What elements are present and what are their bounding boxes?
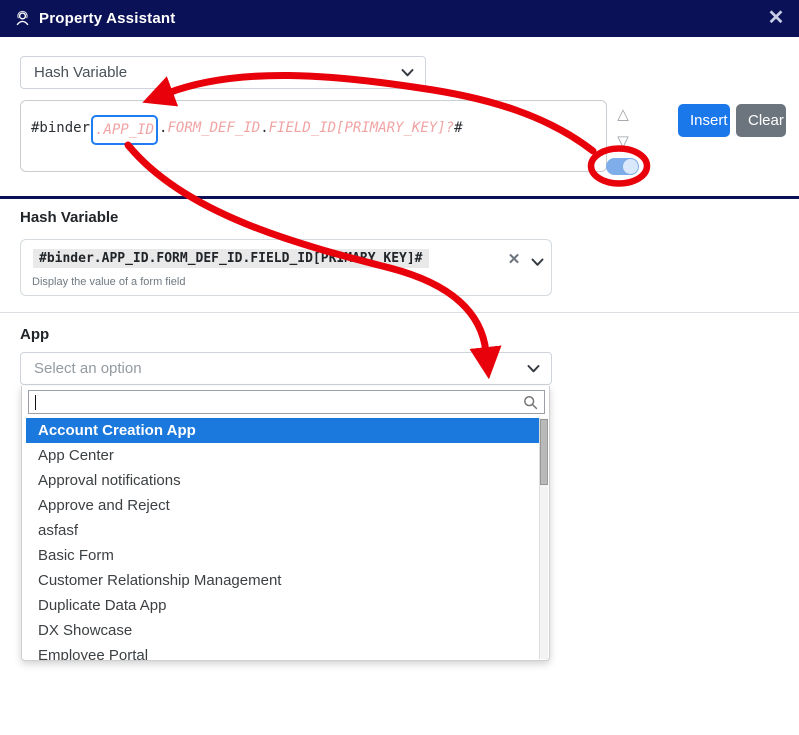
variable-type-select[interactable]: Hash Variable bbox=[20, 56, 426, 89]
app-options-list: Account Creation AppApp CenterApproval n… bbox=[26, 418, 539, 660]
scrollbar-thumb[interactable] bbox=[540, 419, 548, 485]
toggle-knob bbox=[623, 159, 638, 174]
chevron-down-icon[interactable] bbox=[531, 254, 544, 272]
app-option[interactable]: Account Creation App bbox=[26, 418, 539, 443]
scroll-up-icon[interactable]: △ bbox=[612, 106, 634, 122]
app-option[interactable]: Basic Form bbox=[26, 543, 539, 568]
remove-icon[interactable]: ✕ bbox=[505, 251, 523, 269]
app-select[interactable]: Select an option bbox=[20, 352, 552, 385]
search-icon bbox=[523, 395, 538, 415]
section-divider bbox=[0, 312, 799, 313]
dropdown-scrollbar[interactable] bbox=[539, 418, 548, 659]
field-id-token: FIELD_ID[PRIMARY_KEY]? bbox=[269, 115, 454, 141]
app-id-token: .APP_ID bbox=[95, 122, 154, 138]
chevron-down-icon bbox=[401, 68, 414, 77]
app-option[interactable]: Employee Portal bbox=[26, 643, 539, 660]
hash-variable-description: Display the value of a form field bbox=[32, 276, 185, 288]
app-option[interactable]: Approval notifications bbox=[26, 468, 539, 493]
app-option[interactable]: DX Showcase bbox=[26, 618, 539, 643]
section-divider bbox=[0, 196, 799, 199]
dialog-header: Property Assistant ✕ bbox=[0, 0, 799, 37]
app-search-input[interactable] bbox=[29, 391, 544, 413]
dialog-title: Property Assistant bbox=[39, 10, 175, 27]
app-option[interactable]: asfasf bbox=[26, 518, 539, 543]
app-option[interactable]: Approve and Reject bbox=[26, 493, 539, 518]
expression-prefix: #binder bbox=[31, 115, 90, 141]
variable-type-value: Hash Variable bbox=[34, 64, 127, 81]
expression-dot: . bbox=[159, 115, 167, 141]
hash-variable-summary[interactable]: #binder.APP_ID.FORM_DEF_ID.FIELD_ID[PRIM… bbox=[20, 239, 552, 296]
app-search-box[interactable] bbox=[28, 390, 545, 414]
app-id-token-box[interactable]: .APP_ID bbox=[91, 115, 158, 145]
app-option[interactable]: App Center bbox=[26, 443, 539, 468]
expression-suffix: # bbox=[454, 115, 462, 141]
text-caret bbox=[35, 395, 36, 410]
app-option[interactable]: Duplicate Data App bbox=[26, 593, 539, 618]
close-icon[interactable]: ✕ bbox=[765, 7, 787, 29]
hash-variable-value: #binder.APP_ID.FORM_DEF_ID.FIELD_ID[PRIM… bbox=[33, 249, 429, 268]
app-option[interactable]: Customer Relationship Management bbox=[26, 568, 539, 593]
insert-button[interactable]: Insert bbox=[678, 104, 730, 137]
assistant-toggle-switch[interactable] bbox=[606, 158, 639, 175]
assistant-person-icon bbox=[14, 10, 31, 27]
scroll-down-icon[interactable]: ▽ bbox=[612, 133, 634, 149]
clear-button[interactable]: Clear bbox=[736, 104, 786, 137]
hash-expression-input[interactable]: #binder.APP_ID.FORM_DEF_ID.FIELD_ID[PRIM… bbox=[20, 100, 607, 172]
chevron-down-icon bbox=[527, 364, 540, 373]
app-section-label: App bbox=[20, 326, 49, 343]
hash-variable-section-label: Hash Variable bbox=[20, 209, 118, 226]
form-def-id-token: FORM_DEF_ID bbox=[167, 115, 260, 141]
app-select-placeholder: Select an option bbox=[34, 360, 142, 377]
property-assistant-dialog: Property Assistant ✕ Hash Variable #bind… bbox=[0, 0, 799, 735]
app-dropdown-panel: Account Creation AppApp CenterApproval n… bbox=[21, 386, 550, 661]
expression-dot: . bbox=[260, 115, 268, 141]
